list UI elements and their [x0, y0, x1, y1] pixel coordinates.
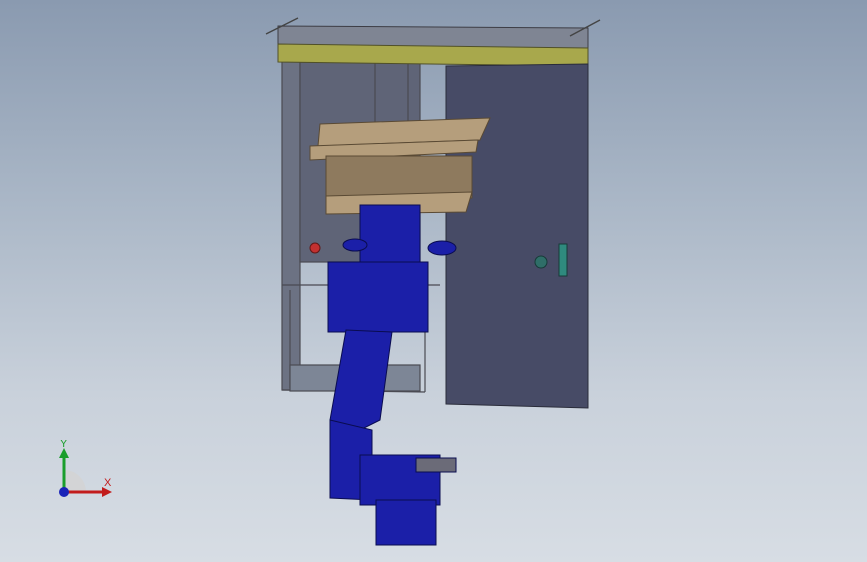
z-axis-dot [59, 487, 69, 497]
cabinet-handle [558, 243, 568, 277]
y-axis-label: Y [60, 440, 68, 450]
control-cabinet[interactable] [445, 63, 589, 409]
top-rail [265, 17, 601, 67]
assembly-model[interactable] [0, 0, 867, 562]
3d-viewport[interactable]: X Y [0, 0, 867, 562]
x-axis-label: X [104, 477, 112, 489]
cabinet-switch [534, 255, 548, 269]
pallet[interactable] [309, 117, 491, 215]
emergency-stop-button[interactable] [309, 242, 321, 254]
coordinate-triad: X Y [59, 440, 112, 497]
